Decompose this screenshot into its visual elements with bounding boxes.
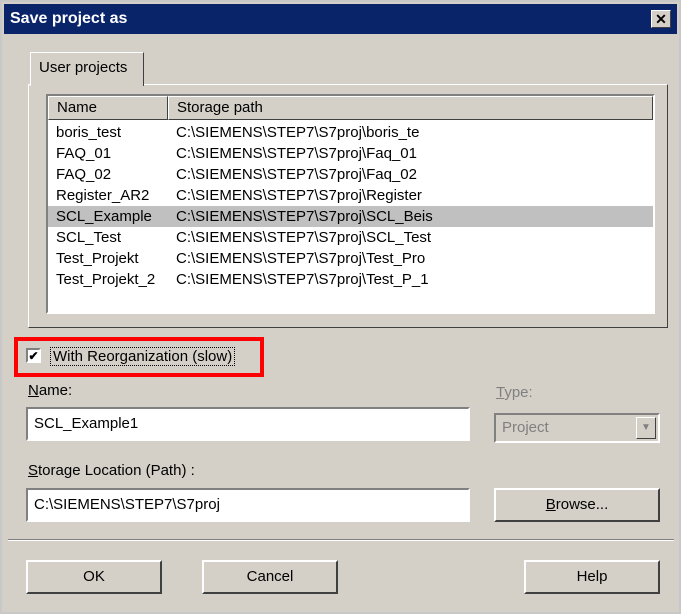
save-project-dialog: Save project as ✕ User projects Name Sto… xyxy=(0,0,681,614)
project-path: C:\SIEMENS\STEP7\S7proj\SCL_Test xyxy=(176,229,432,246)
type-label: Type: xyxy=(496,384,533,401)
dialog-title: Save project as xyxy=(10,10,128,27)
project-name: FAQ_01 xyxy=(56,145,112,162)
tab-label: User projects xyxy=(39,59,128,76)
list-item[interactable]: SCL_Test C:\SIEMENS\STEP7\S7proj\SCL_Test xyxy=(48,227,653,248)
project-list[interactable]: Name Storage path boris_test C:\SIEMENS\S… xyxy=(46,94,655,314)
close-icon: ✕ xyxy=(655,11,667,27)
separator xyxy=(8,539,674,541)
project-name: Test_Projekt xyxy=(56,250,139,267)
project-path: C:\SIEMENS\STEP7\S7proj\Faq_01 xyxy=(176,145,417,162)
project-name: FAQ_02 xyxy=(56,166,112,183)
chevron-down-icon[interactable]: ▼ xyxy=(636,417,656,439)
project-path: C:\SIEMENS\STEP7\S7proj\Register xyxy=(176,187,422,204)
name-label: Name: xyxy=(28,382,73,399)
project-path: C:\SIEMENS\STEP7\S7proj\SCL_Beis xyxy=(176,208,433,225)
reorganization-label[interactable]: With Reorganization (slow) xyxy=(50,347,236,366)
project-path: C:\SIEMENS\STEP7\S7proj\Faq_02 xyxy=(176,166,417,183)
name-input[interactable]: SCL_Example1 xyxy=(26,407,470,441)
list-item[interactable]: Test_Projekt C:\SIEMENS\STEP7\S7proj\Test… xyxy=(48,248,653,269)
storage-location-label: Storage Location (Path) : xyxy=(28,462,195,479)
project-name: Register_AR2 xyxy=(56,187,150,204)
browse-button[interactable]: Browse... xyxy=(494,488,660,522)
ok-button[interactable]: OK xyxy=(26,560,162,594)
column-header-storage-path[interactable]: Storage path xyxy=(168,96,653,120)
type-value: Project xyxy=(502,419,549,436)
project-name: Test_Projekt_2 xyxy=(56,271,156,288)
list-item[interactable]: FAQ_01 C:\SIEMENS\STEP7\S7proj\Faq_01 xyxy=(48,143,653,164)
list-item[interactable]: FAQ_02 C:\SIEMENS\STEP7\S7proj\Faq_02 xyxy=(48,164,653,185)
type-select[interactable]: Project ▼ xyxy=(494,413,660,443)
reorganization-checkbox[interactable]: ✔ xyxy=(26,348,41,363)
cancel-button[interactable]: Cancel xyxy=(202,560,338,594)
checkmark-icon: ✔ xyxy=(28,349,39,363)
project-path: C:\SIEMENS\STEP7\S7proj\Test_Pro xyxy=(176,250,426,267)
list-item[interactable]: Test_Projekt_2 C:\SIEMENS\STEP7\S7proj\Te… xyxy=(48,269,653,290)
storage-location-input[interactable]: C:\SIEMENS\STEP7\S7proj xyxy=(26,488,470,522)
close-button[interactable]: ✕ xyxy=(651,10,671,28)
list-item[interactable]: Register_AR2 C:\SIEMENS\STEP7\S7proj\Regi… xyxy=(48,185,653,206)
project-path: C:\SIEMENS\STEP7\S7proj\Test_P_1 xyxy=(176,271,429,288)
list-item[interactable]: boris_test C:\SIEMENS\STEP7\S7proj\boris_… xyxy=(48,122,653,143)
list-item[interactable]: SCL_Example C:\SIEMENS\STEP7\S7proj\SCL_B… xyxy=(48,206,653,227)
project-name: SCL_Test xyxy=(56,229,122,246)
project-name: SCL_Example xyxy=(56,208,152,225)
help-button[interactable]: Help xyxy=(524,560,660,594)
column-header-name[interactable]: Name xyxy=(48,96,168,120)
tab-user-projects[interactable]: User projects xyxy=(30,52,144,86)
title-bar: Save project as ✕ xyxy=(4,4,677,34)
project-path: C:\SIEMENS\STEP7\S7proj\boris_te xyxy=(176,124,420,141)
project-name: boris_test xyxy=(56,124,122,141)
